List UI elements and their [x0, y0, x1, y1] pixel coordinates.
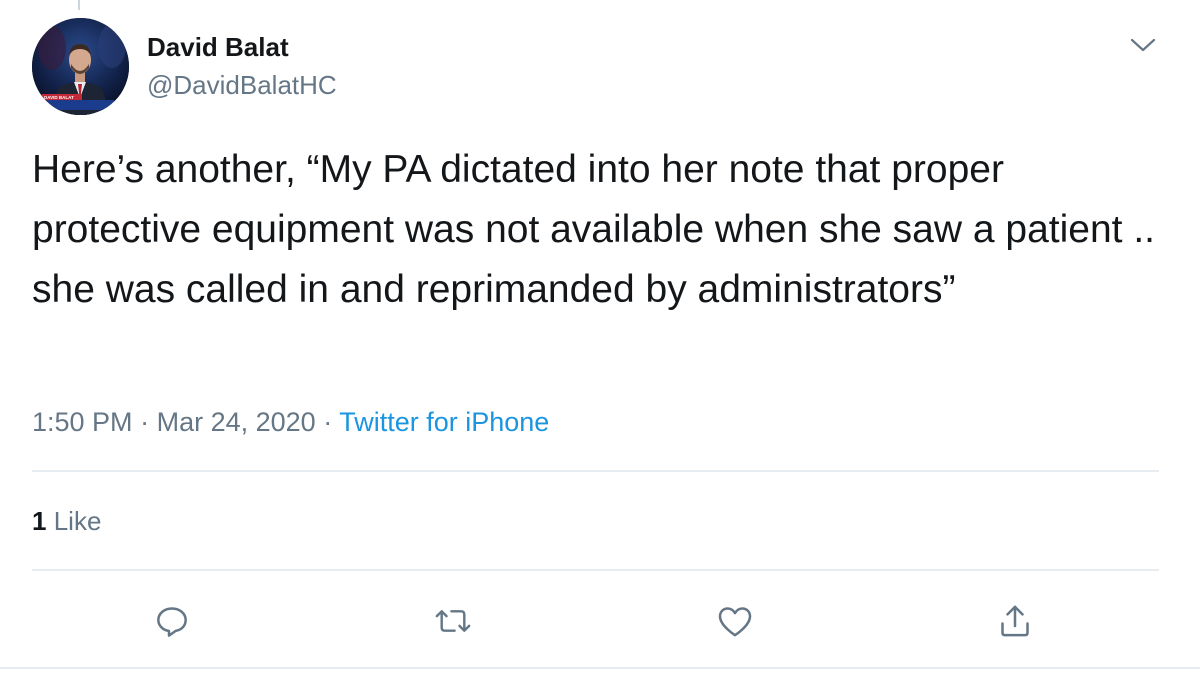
avatar[interactable]: DAVID BALAT — [32, 18, 129, 115]
retweet-button[interactable] — [431, 599, 475, 643]
tweet-source-link[interactable]: Twitter for iPhone — [339, 407, 549, 437]
tweet-date[interactable]: Mar 24, 2020 — [157, 407, 316, 437]
likes-label: Like — [53, 506, 102, 536]
chevron-down-icon — [1130, 38, 1156, 52]
tweet-text: Here’s another, “My PA dictated into her… — [32, 148, 1156, 311]
tweet-time[interactable]: 1:50 PM — [32, 407, 133, 437]
heart-icon — [718, 607, 752, 637]
avatar-image: DAVID BALAT — [32, 18, 129, 115]
likes-count: 1 — [32, 506, 47, 536]
author-handle[interactable]: @DavidBalatHC — [147, 68, 337, 102]
divider — [32, 569, 1159, 571]
likes-stat[interactable]: 1 Like — [32, 503, 101, 539]
more-options-button[interactable] — [1126, 28, 1160, 62]
reply-button[interactable] — [150, 599, 194, 643]
divider — [32, 470, 1159, 472]
tweet-metadata: 1:50 PM · Mar 24, 2020 · Twitter for iPh… — [32, 404, 549, 440]
share-button[interactable] — [993, 599, 1037, 643]
share-icon — [1001, 605, 1029, 637]
retweet-icon — [435, 610, 471, 632]
reply-icon — [157, 607, 187, 637]
like-button[interactable] — [713, 599, 757, 643]
meta-separator: · — [140, 407, 150, 437]
author-name[interactable]: David Balat — [147, 30, 289, 64]
thread-connector-line — [78, 0, 80, 10]
divider — [0, 667, 1200, 669]
avatar-banner-text: DAVID BALAT — [44, 95, 74, 100]
meta-separator: · — [323, 407, 333, 437]
